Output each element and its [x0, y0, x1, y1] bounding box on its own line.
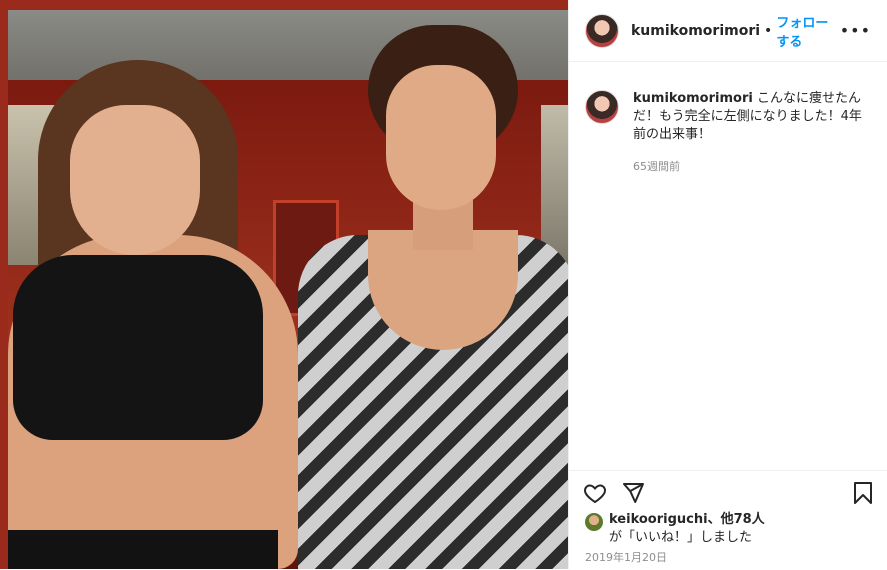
before-face: [70, 105, 200, 255]
caption: kumikomorimori こんなに痩せたんだ！もう完全に左側になりました！4…: [569, 62, 887, 176]
likes-suffix: が「いいね！」しました: [609, 530, 753, 545]
likes-others[interactable]: 、他78人: [708, 512, 765, 527]
post-image[interactable]: [0, 0, 569, 569]
after-face: [386, 65, 496, 210]
post-header: kumikomorimori • フォローする •••: [569, 0, 887, 62]
action-icons: [569, 471, 887, 505]
caption-time[interactable]: 65週間前: [633, 158, 863, 176]
follow-button[interactable]: フォローする: [776, 12, 839, 50]
before-pants: [8, 530, 278, 569]
liker-username[interactable]: keikooriguchi: [609, 512, 708, 527]
author-avatar[interactable]: [585, 13, 619, 48]
caption-username[interactable]: kumikomorimori: [633, 91, 753, 106]
before-after-photo: [8, 10, 569, 569]
author-username[interactable]: kumikomorimori: [631, 23, 760, 39]
before-figure: [8, 10, 298, 569]
likes-summary: keikooriguchi、他78人 が「いいね！」しました: [569, 505, 887, 547]
separator-dot: •: [764, 22, 773, 39]
post-sidebar: kumikomorimori • フォローする ••• kumikomorimo…: [568, 0, 887, 569]
caption-avatar[interactable]: [585, 90, 619, 124]
caption-body: kumikomorimori こんなに痩せたんだ！もう完全に左側になりました！4…: [633, 90, 863, 176]
send-icon[interactable]: [621, 481, 645, 505]
liker-avatar[interactable]: [585, 513, 603, 531]
likes-text: keikooriguchi、他78人 が「いいね！」しました: [609, 511, 765, 547]
action-bar: keikooriguchi、他78人 が「いいね！」しました 2019年1月20…: [569, 470, 887, 570]
instagram-post: kumikomorimori • フォローする ••• kumikomorimo…: [0, 0, 887, 569]
post-date[interactable]: 2019年1月20日: [569, 547, 887, 567]
heart-icon[interactable]: [583, 481, 607, 505]
more-icon[interactable]: •••: [840, 21, 871, 40]
before-sports-top: [13, 255, 263, 440]
bookmark-icon[interactable]: [851, 481, 875, 505]
